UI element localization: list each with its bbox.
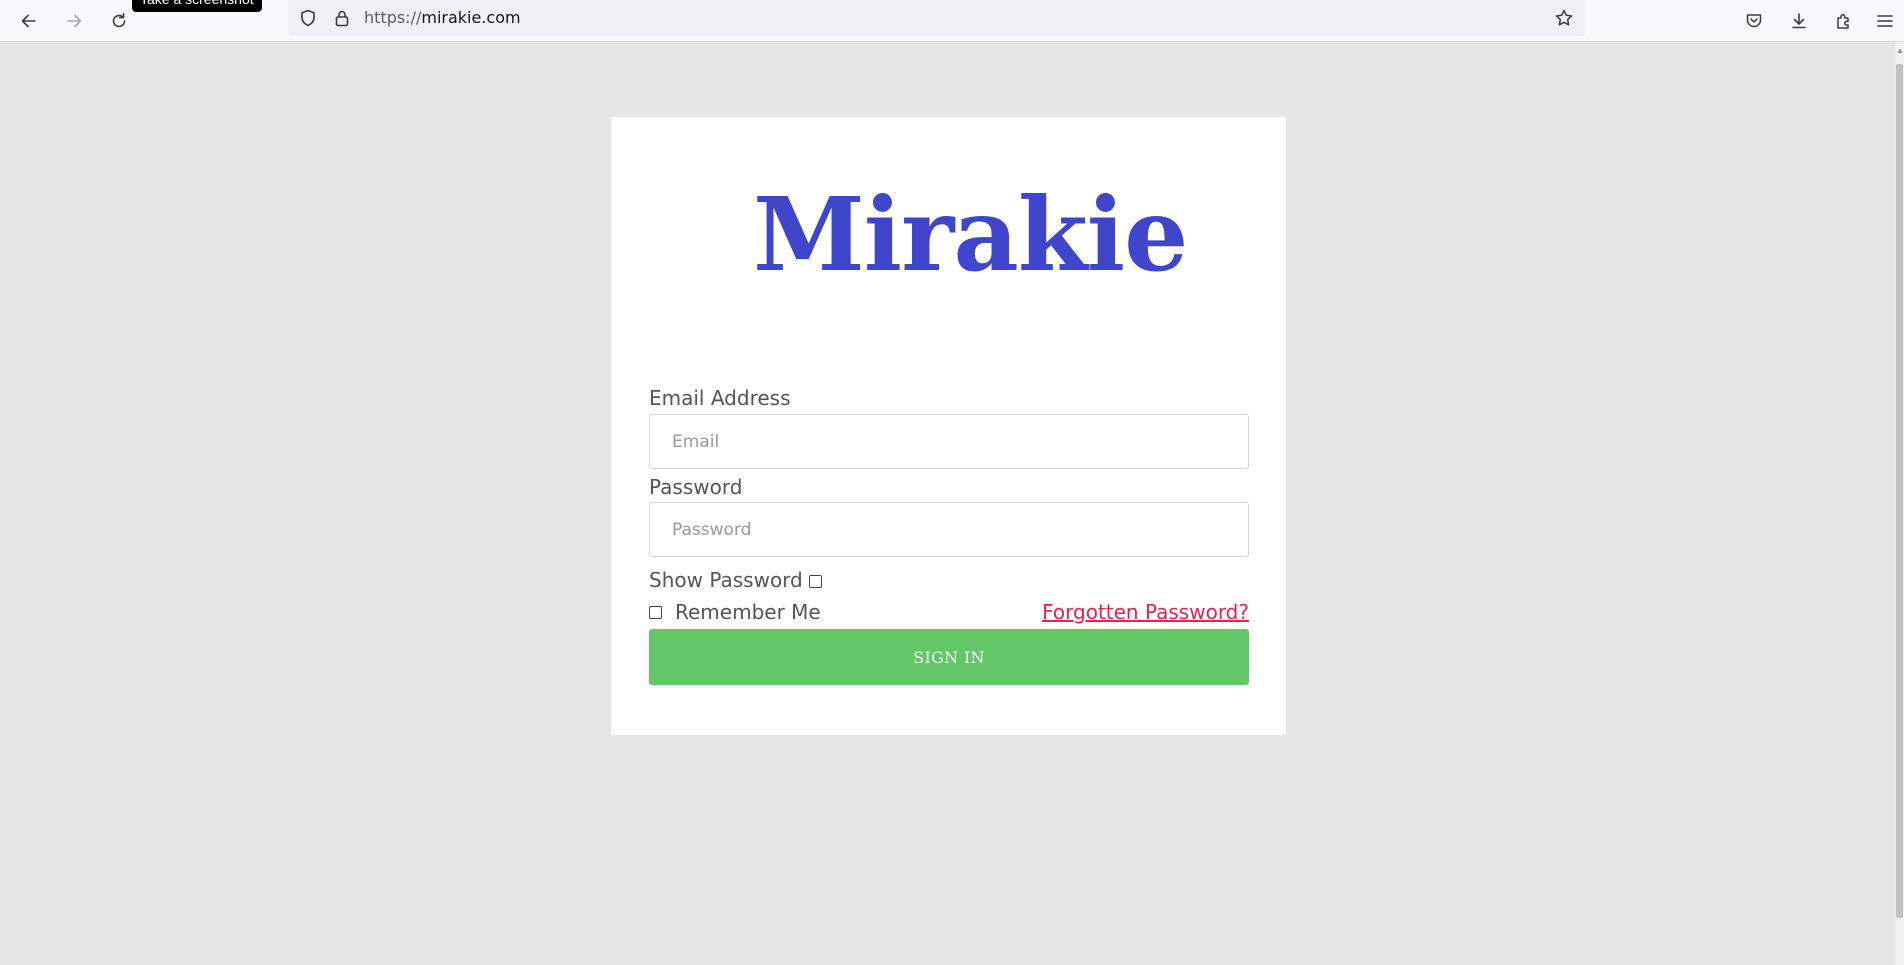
forward-arrow-icon[interactable] <box>59 6 89 36</box>
screenshot-tooltip: Take a screenshot <box>132 0 262 12</box>
password-label: Password <box>649 475 743 499</box>
email-input[interactable] <box>649 414 1249 469</box>
pocket-icon[interactable] <box>1739 6 1769 36</box>
url-scheme: https:// <box>364 8 422 27</box>
reload-icon[interactable] <box>104 6 134 36</box>
password-input[interactable] <box>649 502 1249 557</box>
remember-me-label[interactable]: Remember Me <box>675 600 821 624</box>
browser-toolbar: Take a screenshot https://mirakie.com <box>0 0 1904 42</box>
download-icon[interactable] <box>1784 6 1814 36</box>
remember-me-checkbox[interactable] <box>649 606 662 619</box>
show-password-label[interactable]: Show Password <box>649 568 803 592</box>
login-card: Mirakie Email Address Password Show Pass… <box>611 117 1286 735</box>
url-text[interactable]: https://mirakie.com <box>364 8 521 28</box>
lock-icon[interactable] <box>331 7 353 29</box>
url-host: mirakie.com <box>421 8 521 27</box>
email-label: Email Address <box>649 386 791 410</box>
show-password-checkbox[interactable] <box>809 575 822 588</box>
hamburger-menu-icon[interactable] <box>1870 6 1900 36</box>
scrollbar-thumb[interactable] <box>1896 64 1903 918</box>
back-arrow-icon[interactable] <box>14 6 44 36</box>
page-scrollbar[interactable]: ▲ <box>1895 42 1904 965</box>
logo-text: Mirakie <box>753 175 1188 294</box>
sign-in-button[interactable]: SIGN IN <box>649 629 1249 685</box>
scroll-up-arrow-icon[interactable]: ▲ <box>1896 46 1904 56</box>
puzzle-icon[interactable] <box>1829 6 1859 36</box>
address-bar[interactable]: https://mirakie.com <box>288 0 1585 36</box>
star-icon[interactable] <box>1553 7 1575 29</box>
tracking-protection-shield-icon[interactable] <box>297 7 319 29</box>
forgotten-password-link[interactable]: Forgotten Password? <box>1042 600 1249 624</box>
